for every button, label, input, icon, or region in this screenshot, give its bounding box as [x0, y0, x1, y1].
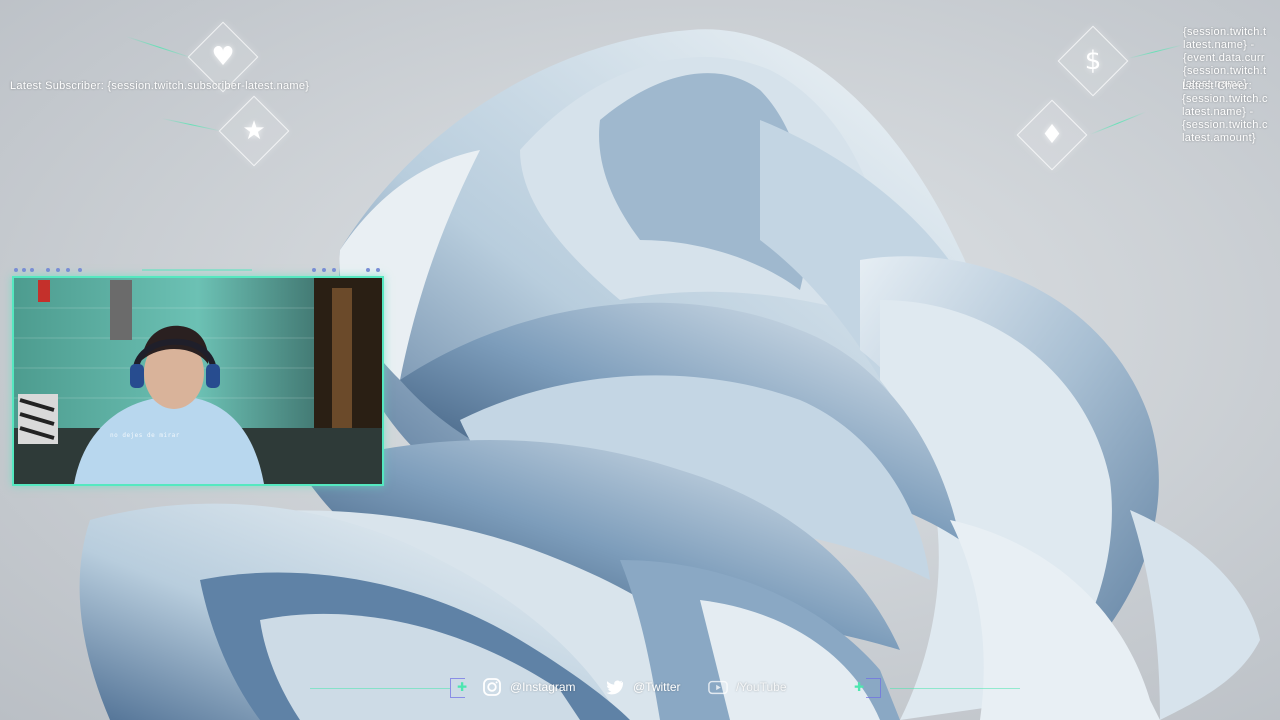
decorative-dot [376, 268, 380, 272]
youtube-link[interactable]: /YouTube [708, 676, 787, 698]
decorative-dot [46, 268, 50, 272]
decorative-dot [78, 268, 82, 272]
decorative-dot [22, 268, 26, 272]
instagram-icon [482, 677, 502, 697]
webcam-top-decoration [12, 266, 382, 274]
overlay-line: {session.twitch.t [1183, 65, 1267, 77]
overlay-line: {session.twitch.c [1182, 119, 1268, 131]
diamond-icon: ♦ [1040, 120, 1064, 150]
stream-overlay-screen: ♥ ★ Latest Subscriber: {session.twitch.s… [0, 0, 1280, 720]
webcam-feed: no dejes de mirar [12, 276, 384, 486]
overlay-line: {event.data.curr [1183, 52, 1265, 64]
overlay-line: latest.amount} [1182, 132, 1256, 144]
overlay-line: Latest Cheer: [1182, 80, 1252, 92]
overlay-line: latest.name} - [1183, 39, 1255, 51]
webcam-caption: no dejes de mirar [110, 432, 180, 439]
overlay-line: {session.twitch.c [1182, 93, 1268, 105]
dollar-icon: $ [1084, 46, 1102, 76]
youtube-icon [708, 677, 728, 697]
decorative-dot [14, 268, 18, 272]
overlay-line: {session.twitch.t [1183, 26, 1267, 38]
decorative-dot [56, 268, 60, 272]
heart-icon: ♥ [211, 42, 235, 72]
social-links-bar: ✚ @Instagram @Twitter /YouTube ✚ [300, 672, 1020, 702]
decorative-dot [366, 268, 370, 272]
decorative-dot [66, 268, 70, 272]
decorative-line [310, 688, 450, 689]
instagram-handle: @Instagram [510, 680, 576, 694]
youtube-handle: /YouTube [736, 680, 787, 694]
twitter-link[interactable]: @Twitter [605, 676, 681, 698]
decorative-dot [332, 268, 336, 272]
star-icon: ★ [242, 116, 266, 146]
latest-subscriber-text: Latest Subscriber: {session.twitch.subsc… [10, 80, 310, 92]
instagram-link[interactable]: @Instagram [482, 676, 576, 698]
decorative-dot [30, 268, 34, 272]
twitter-icon [605, 677, 625, 697]
crosshair-icon: ✚ [853, 680, 865, 694]
decorative-line [142, 269, 252, 271]
overlay-line: latest.name} - [1182, 106, 1254, 118]
decorative-line [890, 688, 1020, 689]
bracket-decoration [866, 678, 881, 698]
twitter-handle: @Twitter [633, 680, 681, 694]
latest-cheer-text: Latest Cheer: {session.twitch.c latest.n… [1182, 80, 1280, 145]
crosshair-icon: ✚ [456, 680, 468, 694]
decorative-dot [312, 268, 316, 272]
decorative-dot [322, 268, 326, 272]
